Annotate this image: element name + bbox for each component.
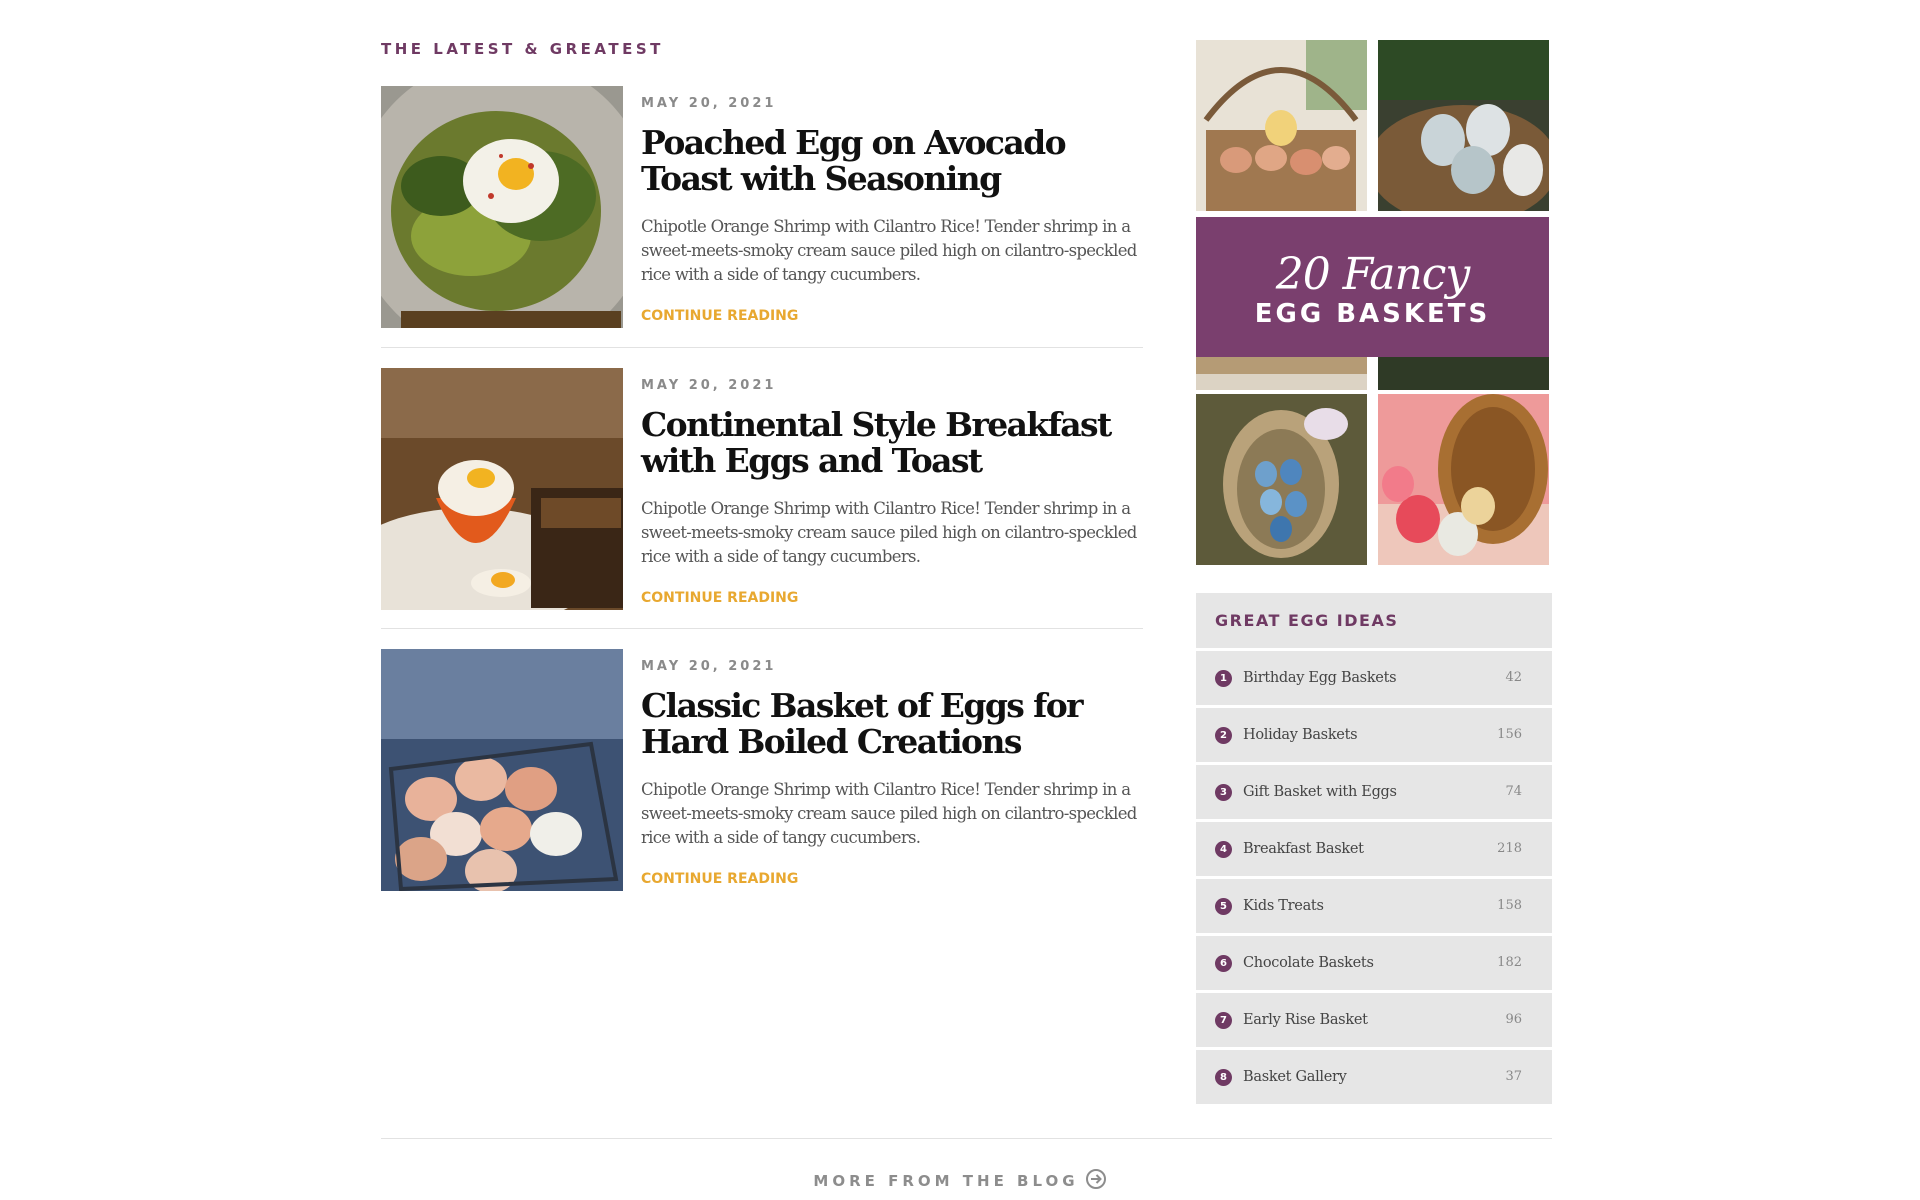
post-date: MAY 20, 2021 [641,96,777,111]
item-label: Early Rise Basket [1243,1012,1368,1028]
item-label: Gift Basket with Eggs [1243,784,1397,800]
post-excerpt: Chipotle Orange Shrimp with Cilantro Ric… [641,780,1137,847]
widget-list-item[interactable]: 2 Holiday Baskets 156 [1196,708,1552,765]
item-count: 182 [1497,955,1522,970]
promo-script-title: 20 Fancy [1275,249,1471,300]
widget-list-item[interactable]: 1 Birthday Egg Baskets 42 [1196,651,1552,708]
widget-list-item[interactable]: 8 Basket Gallery 37 [1196,1050,1552,1104]
promo-banner-egg-baskets[interactable]: 20 Fancy EGG BASKETS [1196,217,1549,357]
item-label: Holiday Baskets [1243,727,1358,743]
section-label: THE LATEST & GREATEST [381,40,664,58]
item-label: Chocolate Baskets [1243,955,1374,971]
item-count: 37 [1505,1069,1522,1084]
item-label: Kids Treats [1243,898,1324,914]
rank-badge: 4 [1215,841,1232,858]
page: THE LATEST & GREATEST MAY 20, 2021 Poach… [0,0,1920,1200]
continue-reading-link[interactable]: CONTINUE READING [641,590,798,606]
rank-badge: 2 [1215,727,1232,744]
post-excerpt: Chipotle Orange Shrimp with Cilantro Ric… [641,217,1137,284]
arrow-circle-right-icon [1085,1168,1107,1194]
gallery-image-blue-eggs-grass[interactable] [1196,394,1367,565]
continue-reading-link[interactable]: CONTINUE READING [641,871,798,887]
post-body: MAY 20, 2021 Continental Style Breakfast… [641,368,1141,606]
more-from-blog-label: MORE FROM THE BLOG [813,1172,1079,1190]
gallery-image-strip-right [1378,356,1549,390]
rank-badge: 1 [1215,670,1232,687]
widget-list-item[interactable]: 6 Chocolate Baskets 182 [1196,936,1552,993]
item-count: 158 [1497,898,1522,913]
rank-badge: 8 [1215,1069,1232,1086]
post-title[interactable]: Poached Egg on Avocado Toast with Season… [641,125,1121,197]
post-divider [381,347,1143,348]
item-count: 156 [1497,727,1522,742]
gallery-image-chick-basket[interactable] [1196,40,1367,211]
rank-badge: 3 [1215,784,1232,801]
item-label: Breakfast Basket [1243,841,1364,857]
item-count: 42 [1505,670,1522,685]
rank-badge: 6 [1215,955,1232,972]
more-from-blog-button[interactable]: MORE FROM THE BLOG [813,1168,1106,1194]
widget-list-item[interactable]: 5 Kids Treats 158 [1196,879,1552,936]
gallery-image-blue-eggs-basket[interactable] [1378,40,1549,211]
item-label: Basket Gallery [1243,1069,1347,1085]
item-count: 74 [1505,784,1522,799]
post-date: MAY 20, 2021 [641,659,777,674]
post-thumbnail-continental-breakfast[interactable] [381,368,623,610]
widget-title: GREAT EGG IDEAS [1196,593,1552,651]
continue-reading-link[interactable]: CONTINUE READING [641,308,798,324]
post-title[interactable]: Continental Style Breakfast with Eggs an… [641,407,1121,479]
item-count: 218 [1497,841,1522,856]
rank-badge: 5 [1215,898,1232,915]
widget-list-item[interactable]: 3 Gift Basket with Eggs 74 [1196,765,1552,822]
egg-basket-gallery: 20 Fancy EGG BASKETS [1196,40,1549,565]
post-title[interactable]: Classic Basket of Eggs for Hard Boiled C… [641,688,1121,760]
promo-main-title: EGG BASKETS [1254,299,1491,329]
great-egg-ideas-widget: GREAT EGG IDEAS 1 Birthday Egg Baskets 4… [1196,593,1552,1104]
post-thumbnail-egg-basket[interactable] [381,649,623,891]
post-excerpt: Chipotle Orange Shrimp with Cilantro Ric… [641,499,1137,566]
widget-list-item[interactable]: 7 Early Rise Basket 96 [1196,993,1552,1050]
item-label: Birthday Egg Baskets [1243,670,1397,686]
post-date: MAY 20, 2021 [641,378,777,393]
more-from-blog: MORE FROM THE BLOG [0,1168,1920,1194]
gallery-image-strip-left [1196,356,1367,390]
gallery-image-tipped-basket[interactable] [1378,394,1549,565]
widget-list-item[interactable]: 4 Breakfast Basket 218 [1196,822,1552,879]
post-divider [381,628,1143,629]
item-count: 96 [1505,1012,1522,1027]
rank-badge: 7 [1215,1012,1232,1029]
footer-divider [381,1138,1552,1139]
post-body: MAY 20, 2021 Poached Egg on Avocado Toas… [641,86,1141,324]
post-body: MAY 20, 2021 Classic Basket of Eggs for … [641,649,1141,887]
post-thumbnail-avocado-toast[interactable] [381,86,623,328]
